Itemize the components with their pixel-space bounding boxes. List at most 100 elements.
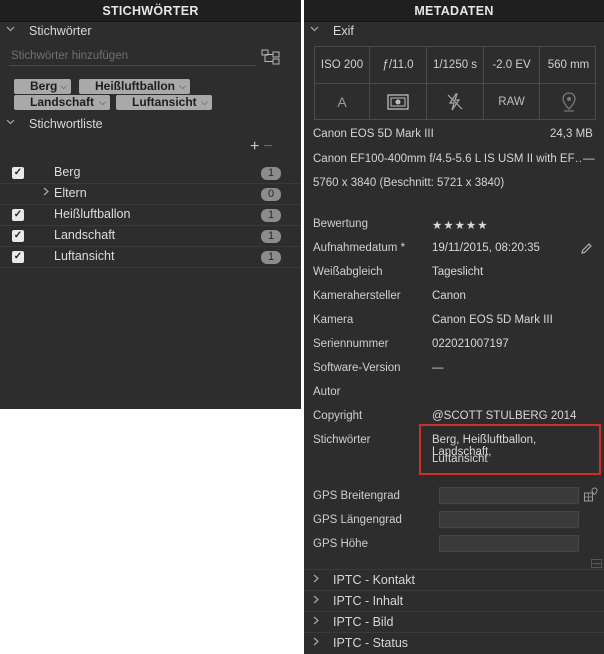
metadata-value: Canon EOS 5D Mark III	[432, 314, 553, 326]
metadata-key: Copyright	[313, 410, 363, 422]
section-keywords-header[interactable]: Stichwörter	[0, 21, 301, 41]
metadata-value: 022021007197	[432, 338, 509, 350]
metadata-key: Kamerahersteller	[313, 290, 401, 302]
keyword-chip-berg[interactable]: Berg ⌵	[14, 79, 71, 94]
metadata-value: Canon	[432, 290, 466, 302]
metadata-key: GPS Breitengrad	[313, 490, 400, 502]
keyword-checkbox[interactable]: ✓	[12, 251, 24, 263]
keyword-name: Berg	[54, 165, 81, 179]
keyword-checkbox[interactable]: ✓	[12, 230, 24, 242]
exif-focal-length: 560 mm	[540, 47, 597, 84]
keyword-row-landschaft[interactable]: ✓ Landschaft 1	[0, 226, 301, 247]
metadata-value: —	[432, 362, 444, 374]
camera-model-line: Canon EOS 5D Mark III	[313, 128, 434, 140]
keyword-row-heissluftballon[interactable]: ✓ Heißluftballon 1	[0, 205, 301, 226]
metadata-row-serial: Seriennummer 022021007197	[313, 338, 598, 362]
metadata-key: Software-Version	[313, 362, 401, 374]
chevron-down-icon: ⌵	[179, 81, 186, 91]
metering-icon	[370, 84, 427, 120]
chevron-down-icon: ⌵	[201, 97, 208, 107]
section-label: IPTC - Bild	[333, 615, 394, 629]
metadata-value[interactable]: 19/11/2015, 08:20:35	[432, 242, 540, 254]
image-dimensions: 5760 x 3840 (Beschnitt: 5721 x 3840)	[313, 177, 505, 189]
metadata-row-author: Autor	[313, 386, 598, 410]
keywords-highlight-box	[419, 424, 601, 475]
metadata-row-capture-date: Aufnahmedatum * 19/11/2015, 08:20:35	[313, 242, 598, 266]
keyword-row-eltern[interactable]: Eltern 0	[0, 184, 301, 205]
exif-shutter: 1/1250 s	[427, 47, 484, 84]
keyword-chip-landschaft[interactable]: Landschaft ⌵	[14, 95, 110, 110]
section-iptc-image[interactable]: IPTC - Bild	[304, 611, 604, 632]
keyword-count-badge: 1	[261, 167, 281, 180]
metadata-key: Autor	[313, 386, 341, 398]
section-exif-label: Exif	[333, 24, 354, 38]
add-keywords-input[interactable]: Stichwörter hinzufügen	[9, 46, 256, 66]
metadata-row-software: Software-Version —	[313, 362, 598, 386]
metadata-key: GPS Längengrad	[313, 514, 402, 526]
section-iptc-contact[interactable]: IPTC - Kontakt	[304, 569, 604, 590]
metadata-row-white-balance: Weißabgleich Tageslicht	[313, 266, 598, 290]
keyword-name: Luftansicht	[54, 249, 115, 263]
chevron-right-icon	[312, 570, 320, 591]
metadata-row-camera: Kamera Canon EOS 5D Mark III	[313, 314, 598, 338]
add-keyword-button[interactable]: +	[250, 138, 259, 155]
keyword-count-badge: 1	[261, 230, 281, 243]
pencil-edit-icon[interactable]	[580, 242, 593, 258]
metadata-row-rating: Bewertung ★★★★★	[313, 218, 598, 242]
metadata-value: Tageslicht	[432, 266, 484, 278]
metadata-row-camera-maker: Kamerahersteller Canon	[313, 290, 598, 314]
keyword-count-badge: 0	[261, 188, 281, 201]
keyword-name: Landschaft	[54, 228, 116, 242]
map-pin-grid-icon[interactable]	[583, 487, 599, 506]
section-keyword-list-label: Stichwortliste	[29, 117, 103, 131]
gps-longitude-field[interactable]	[439, 511, 579, 528]
keyword-checkbox[interactable]: ✓	[12, 167, 24, 179]
metadata-key: Aufnahmedatum *	[313, 242, 406, 254]
keyword-chip-heissluftballon[interactable]: Heißluftballon ⌵	[79, 79, 190, 94]
exif-iso: ISO 200	[315, 47, 370, 84]
location-pin-icon	[540, 84, 597, 120]
chevron-down-icon	[6, 114, 16, 134]
gps-latitude-field[interactable]	[439, 487, 579, 504]
keywords-panel: STICHWÖRTER Stichwörter Stichwörter hinz…	[0, 0, 301, 409]
rating-stars[interactable]: ★★★★★	[432, 218, 489, 232]
keyword-count-badge: 1	[261, 251, 281, 264]
keyword-chip-luftansicht[interactable]: Luftansicht ⌵	[116, 95, 212, 110]
section-label: IPTC - Kontakt	[333, 573, 415, 587]
chevron-down-icon	[6, 21, 16, 41]
keyword-checkbox[interactable]: ✓	[12, 209, 24, 221]
section-keyword-list-header[interactable]: Stichwortliste	[0, 114, 301, 134]
chevron-right-icon	[312, 612, 320, 633]
section-label: IPTC - Status	[333, 636, 409, 650]
chip-label: Landschaft	[30, 95, 95, 109]
metadata-value[interactable]: @SCOTT STULBERG 2014	[432, 410, 576, 422]
chevron-down-icon: ⌵	[99, 97, 106, 107]
chevron-right-icon	[312, 591, 320, 612]
chevron-right-icon[interactable]	[42, 187, 50, 199]
section-iptc-content[interactable]: IPTC - Inhalt	[304, 590, 604, 611]
chevron-down-icon	[310, 21, 320, 41]
metadata-key: Weißabgleich	[313, 266, 383, 278]
keyword-count-badge: 1	[261, 209, 281, 222]
gps-altitude-field[interactable]	[439, 535, 579, 552]
keyword-row-luftansicht[interactable]: ✓ Luftansicht 1	[0, 247, 301, 268]
keyword-name: Eltern	[54, 186, 87, 200]
remove-keyword-button[interactable]: −	[263, 138, 272, 155]
section-label: IPTC - Inhalt	[333, 594, 404, 608]
metadata-key: Stichwörter	[313, 434, 371, 446]
keyword-row-berg[interactable]: ✓ Berg 1	[0, 163, 301, 184]
lens-line: Canon EF100-400mm f/4.5-5.6 L IS USM II …	[313, 153, 581, 165]
section-keywords-label: Stichwörter	[29, 24, 92, 38]
metadata-key: Bewertung	[313, 218, 368, 230]
exif-summary-grid: ISO 200 ƒ/11.0 1/1250 s -2.0 EV 560 mm A…	[314, 46, 597, 120]
keyword-list-actions: + −	[250, 138, 290, 156]
section-exif-header[interactable]: Exif	[304, 21, 604, 41]
section-iptc-status[interactable]: IPTC - Status	[304, 632, 604, 653]
chevron-right-icon	[312, 633, 320, 654]
chip-label: Berg	[30, 79, 58, 93]
exif-exposure-bias: -2.0 EV	[484, 47, 540, 84]
exif-raw-format: RAW	[484, 84, 540, 120]
lens-dash: —	[583, 153, 595, 165]
collapse-button[interactable]: —	[591, 559, 602, 568]
keyword-hierarchy-icon[interactable]	[261, 49, 281, 65]
